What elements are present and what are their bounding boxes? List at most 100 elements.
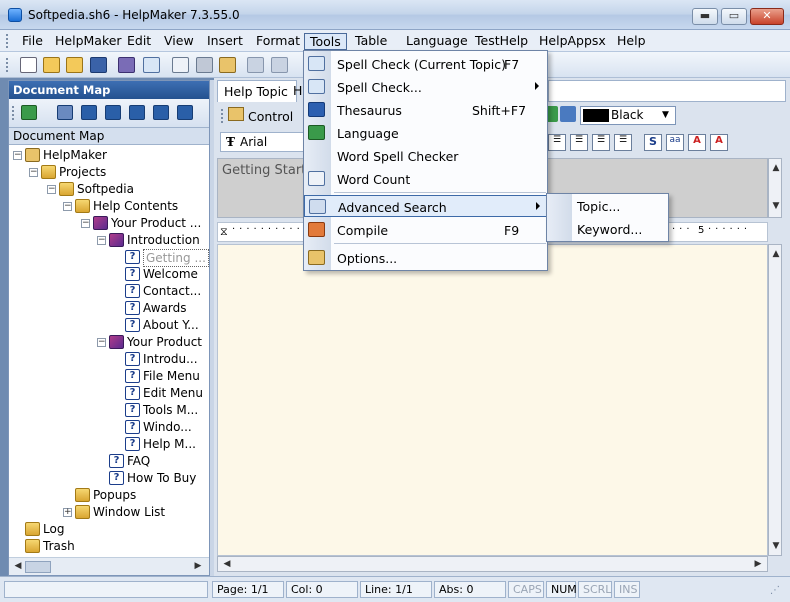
open-project-icon[interactable] <box>66 57 83 73</box>
close-button[interactable]: ✕ <box>750 8 784 25</box>
collapse-icon[interactable]: − <box>29 168 38 177</box>
collapse-icon[interactable]: − <box>13 151 22 160</box>
collapse-icon[interactable]: − <box>97 338 106 347</box>
scroll-right-icon[interactable]: ▶ <box>191 559 205 573</box>
menu-language[interactable]: Language <box>401 33 473 50</box>
copy-icon[interactable] <box>172 57 189 73</box>
toolbar-grip[interactable] <box>6 58 9 72</box>
collapse-icon[interactable]: − <box>63 202 72 211</box>
tree-item[interactable]: − Your Product ... <box>9 215 209 232</box>
menu-table[interactable]: Table <box>350 33 392 50</box>
redo-icon[interactable] <box>271 57 288 73</box>
scroll-up-icon[interactable]: ▲ <box>769 161 783 175</box>
menu-item-advanced-search[interactable]: Advanced Search <box>304 195 547 217</box>
menu-item-compile[interactable]: Compile F9 <box>304 219 547 241</box>
tree-item[interactable]: ? How To Buy <box>9 470 209 487</box>
tree-item[interactable]: − Projects <box>9 164 209 181</box>
menu-helpappsx[interactable]: HelpAppsx <box>534 33 611 50</box>
topic-vertical-scrollbar[interactable]: ▲ ▼ <box>768 158 782 218</box>
tree-item[interactable]: − Softpedia <box>9 181 209 198</box>
resize-grip-icon[interactable]: ⋰ <box>770 585 784 599</box>
numbered-list-icon[interactable]: ☰ <box>570 134 588 151</box>
new-document-icon[interactable] <box>20 57 37 73</box>
tree-item[interactable]: Trash <box>9 538 209 555</box>
tree-item[interactable]: − Your Product <box>9 334 209 351</box>
editor-vertical-scrollbar[interactable]: ▲ ▼ <box>768 244 782 556</box>
document-map-tab[interactable]: Document Map <box>9 127 209 145</box>
paste-icon[interactable] <box>219 57 236 73</box>
menu-tools[interactable]: Tools <box>304 33 347 50</box>
undo-icon[interactable] <box>247 57 264 73</box>
tree-item[interactable]: Popups <box>9 487 209 504</box>
tree-item[interactable]: − HelpMaker <box>9 147 209 164</box>
maximize-button[interactable]: ▭ <box>721 8 747 25</box>
tree-item[interactable]: ? Getting ... <box>9 249 209 267</box>
menubar-grip[interactable] <box>6 34 9 48</box>
add-topic-icon[interactable] <box>21 105 37 120</box>
menu-testhelp[interactable]: TestHelp <box>470 33 533 50</box>
bullet-list-icon[interactable]: ☰ <box>548 134 566 151</box>
open-folder-icon[interactable] <box>43 57 60 73</box>
editor-scroll-down-icon[interactable]: ▼ <box>769 539 783 553</box>
scroll-down-icon[interactable]: ▼ <box>769 199 783 213</box>
tab-stop-icon[interactable]: ⧖ <box>220 225 228 239</box>
menu-item-spell-check-current[interactable]: Spell Check (Current Topic) F7 <box>304 53 547 75</box>
menu-item-spell-check[interactable]: Spell Check... <box>304 76 547 98</box>
editor-scroll-up-icon[interactable]: ▲ <box>769 247 783 261</box>
cut-icon[interactable] <box>196 57 213 73</box>
collapse-icon[interactable]: − <box>47 185 56 194</box>
submenu-item-topic[interactable]: Topic... <box>577 199 620 214</box>
indent-icon[interactable]: ☰ <box>592 134 610 151</box>
tree-item[interactable]: − Help Contents <box>9 198 209 215</box>
small-caps-icon[interactable]: aa <box>666 134 684 151</box>
tree-horizontal-scrollbar[interactable]: ◀ ▶ <box>9 557 209 575</box>
tree-item[interactable]: ? Welcome <box>9 266 209 283</box>
menu-file[interactable]: File <box>17 33 48 50</box>
move-right-icon[interactable] <box>177 105 193 120</box>
tree-item[interactable]: Log <box>9 521 209 538</box>
menu-insert[interactable]: Insert <box>202 33 248 50</box>
menu-item-word-spell-checker[interactable]: Word Spell Checker <box>304 145 547 167</box>
build-icon[interactable] <box>118 57 135 73</box>
color-select[interactable]: Black ▼ <box>580 106 676 125</box>
tree-item[interactable]: ? File Menu <box>9 368 209 385</box>
menu-helpmaker[interactable]: HelpMaker <box>50 33 127 50</box>
tree-item[interactable]: + Window List <box>9 504 209 521</box>
editor-scroll-left-icon[interactable]: ◀ <box>220 557 234 571</box>
move-down-icon[interactable] <box>153 105 169 120</box>
image-icon[interactable] <box>560 106 576 122</box>
tree-item[interactable]: ? Awards <box>9 300 209 317</box>
format-toolbar-grip[interactable] <box>221 109 224 123</box>
menu-edit[interactable]: Edit <box>122 33 156 50</box>
tree-list-icon[interactable] <box>81 105 97 120</box>
menu-help[interactable]: Help <box>612 33 651 50</box>
menu-item-thesaurus[interactable]: Thesaurus Shift+F7 <box>304 99 547 121</box>
menu-view[interactable]: View <box>159 33 199 50</box>
menu-item-word-count[interactable]: Word Count <box>304 168 547 190</box>
tree-item[interactable]: ? Tools M... <box>9 402 209 419</box>
tree-item[interactable]: ? Windo... <box>9 419 209 436</box>
collapse-icon[interactable]: − <box>81 219 90 228</box>
pane-toolbar-grip[interactable] <box>12 106 15 120</box>
superscript-icon[interactable]: A <box>688 134 706 151</box>
move-up-icon[interactable] <box>129 105 145 120</box>
font-select[interactable]: Ŧ Arial <box>220 132 306 152</box>
tree-item[interactable]: ? Edit Menu <box>9 385 209 402</box>
expand-icon[interactable]: + <box>63 508 72 517</box>
tab-help-topic[interactable]: Help Topic <box>217 80 297 102</box>
tree-item[interactable]: − Introduction <box>9 232 209 249</box>
strikethrough-icon[interactable]: S <box>644 134 662 151</box>
minimize-button[interactable]: ▬ <box>692 8 718 25</box>
spell-check-toolbar-icon[interactable] <box>143 57 160 73</box>
editor-horizontal-scrollbar[interactable]: ◀ ▶ <box>217 556 768 572</box>
tree-item[interactable]: ? Help M... <box>9 436 209 453</box>
save-icon[interactable] <box>90 57 107 73</box>
menu-format[interactable]: Format <box>251 33 305 50</box>
menu-item-language[interactable]: Language <box>304 122 547 144</box>
collapse-icon[interactable]: − <box>97 236 106 245</box>
move-left-icon[interactable] <box>105 105 121 120</box>
tree-item[interactable]: ? Contact... <box>9 283 209 300</box>
submenu-item-keyword[interactable]: Keyword... <box>577 222 642 237</box>
outdent-icon[interactable]: ☰ <box>614 134 632 151</box>
scroll-thumb[interactable] <box>25 561 51 573</box>
